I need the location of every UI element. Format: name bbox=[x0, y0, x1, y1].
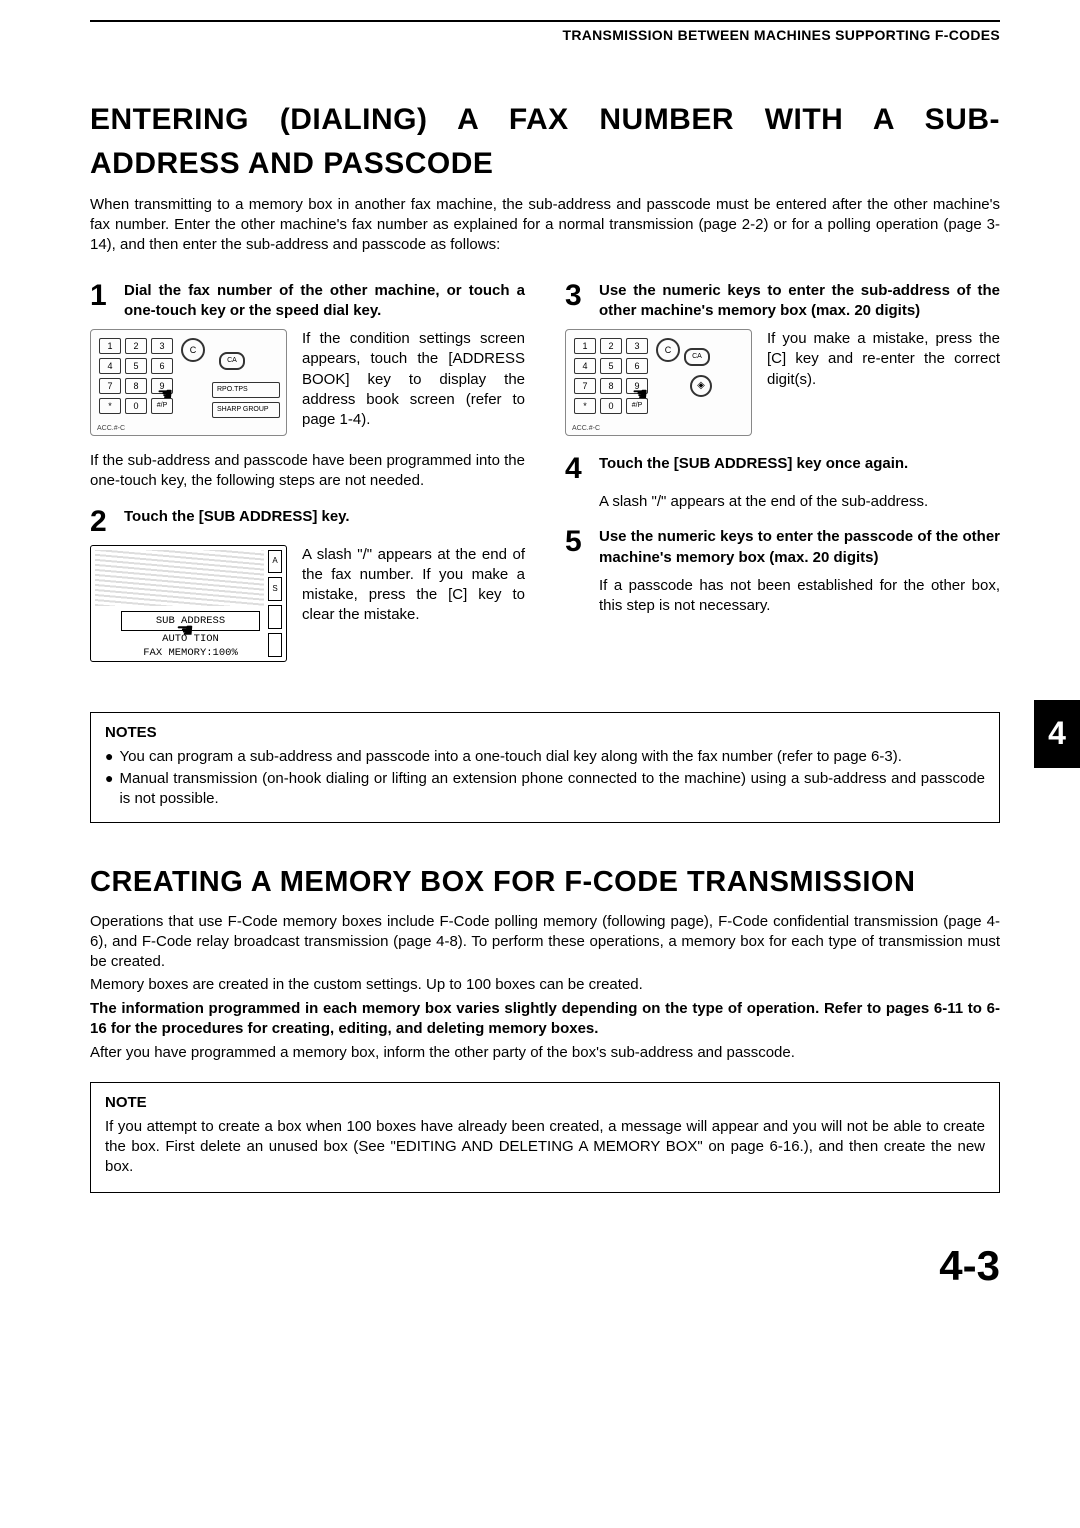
lcd-side-button: S bbox=[268, 577, 282, 601]
ca-key-icon: CA bbox=[219, 352, 245, 370]
keypad-key: 5 bbox=[125, 358, 147, 374]
ca-key-icon: CA bbox=[684, 348, 710, 366]
hand-cursor-icon: ☚ bbox=[632, 382, 648, 406]
step1-title: Dial the fax number of the other machine… bbox=[124, 281, 525, 322]
keypad-key: 8 bbox=[600, 378, 622, 394]
lcd-side-button bbox=[268, 633, 282, 657]
section1-intro: When transmitting to a memory box in ano… bbox=[90, 195, 1000, 256]
note-box-2: NOTE If you attempt to create a box when… bbox=[90, 1082, 1000, 1193]
keypad-key: 6 bbox=[626, 358, 648, 374]
onetouch-slot: RPO.TPS bbox=[212, 382, 280, 398]
notes-title: NOTES bbox=[105, 723, 985, 743]
c-key-icon: C bbox=[181, 338, 205, 362]
keypad-key: 4 bbox=[99, 358, 121, 374]
note2-title: NOTE bbox=[105, 1093, 985, 1113]
keypad-key: 2 bbox=[600, 338, 622, 354]
step4-body: A slash "/" appears at the end of the su… bbox=[599, 492, 1000, 512]
keypad-key: * bbox=[574, 398, 596, 414]
section1-title-line2: ADDRESS AND PASSCODE bbox=[90, 144, 1000, 185]
step2-title: Touch the [SUB ADDRESS] key. bbox=[124, 507, 350, 537]
step1-body: If the condition settings screen appears… bbox=[302, 329, 525, 436]
lcd-noise-area bbox=[95, 550, 264, 606]
running-header: TRANSMISSION BETWEEN MACHINES SUPPORTING… bbox=[90, 26, 1000, 45]
step2-body: A slash "/" appears at the end of the fa… bbox=[302, 545, 525, 662]
step1-number: 1 bbox=[90, 281, 114, 322]
section2-p1: Operations that use F-Code memory boxes … bbox=[90, 912, 1000, 973]
hand-cursor-icon: ☚ bbox=[176, 618, 194, 645]
figure-lcd: SUB ADDRESS AUTO TION FAX MEMORY:100% A … bbox=[90, 545, 287, 662]
step2-number: 2 bbox=[90, 507, 114, 537]
note-item: You can program a sub-address and passco… bbox=[119, 747, 901, 767]
section2-p2: Memory boxes are created in the custom s… bbox=[90, 975, 1000, 995]
section1-title-line1: ENTERING (DIALING) A FAX NUMBER WITH A S… bbox=[90, 100, 1000, 141]
hand-cursor-icon: ☚ bbox=[157, 382, 173, 406]
bullet-icon: ● bbox=[105, 769, 113, 810]
c-key-icon: C bbox=[656, 338, 680, 362]
keypad-key: 0 bbox=[600, 398, 622, 414]
step3-number: 3 bbox=[565, 281, 589, 322]
keypad-key: * bbox=[99, 398, 121, 414]
step5-title: Use the numeric keys to enter the passco… bbox=[599, 527, 1000, 568]
step1-continuation: If the sub-address and passcode have bee… bbox=[90, 451, 525, 492]
keypad-key: 7 bbox=[99, 378, 121, 394]
keypad-key: 1 bbox=[574, 338, 596, 354]
note2-body: If you attempt to create a box when 100 … bbox=[105, 1117, 985, 1178]
figure-keypad-1: 1 2 3 4 5 6 7 8 9 * 0 #/P C CA bbox=[90, 329, 287, 436]
keypad-key: 3 bbox=[626, 338, 648, 354]
lcd-side-button bbox=[268, 605, 282, 629]
section2-p4: After you have programmed a memory box, … bbox=[90, 1043, 1000, 1063]
step4-number: 4 bbox=[565, 454, 589, 484]
lcd-side-button: A bbox=[268, 550, 282, 574]
page-number: 4-3 bbox=[90, 1238, 1000, 1295]
keypad-key: 0 bbox=[125, 398, 147, 414]
step5-number: 5 bbox=[565, 527, 589, 568]
acc-label: ACC.#-C bbox=[97, 424, 125, 433]
notes-box: NOTES ● You can program a sub-address and… bbox=[90, 712, 1000, 823]
keypad-key: 8 bbox=[125, 378, 147, 394]
keypad-key: 6 bbox=[151, 358, 173, 374]
diamond-key-icon: ◈ bbox=[690, 375, 712, 397]
keypad-key: 3 bbox=[151, 338, 173, 354]
step4-title: Touch the [SUB ADDRESS] key once again. bbox=[599, 454, 908, 484]
chapter-tab: 4 bbox=[1034, 700, 1080, 768]
header-rule bbox=[90, 20, 1000, 22]
step3-body: If you make a mistake, press the [C] key… bbox=[767, 329, 1000, 436]
bullet-icon: ● bbox=[105, 747, 113, 767]
keypad-key: 7 bbox=[574, 378, 596, 394]
acc-label: ACC.#-C bbox=[572, 424, 600, 433]
keypad-key: 4 bbox=[574, 358, 596, 374]
keypad-key: 2 bbox=[125, 338, 147, 354]
step5-body: If a passcode has not been established f… bbox=[599, 576, 1000, 617]
figure-keypad-2: 1 2 3 4 5 6 7 8 9 * 0 #/P C CA bbox=[565, 329, 752, 436]
note-item: Manual transmission (on-hook dialing or … bbox=[119, 769, 985, 810]
section2-p3: The information programmed in each memor… bbox=[90, 999, 1000, 1040]
onetouch-slot: SHARP GROUP bbox=[212, 402, 280, 418]
keypad-key: 5 bbox=[600, 358, 622, 374]
keypad-key: 1 bbox=[99, 338, 121, 354]
lcd-line: FAX MEMORY:100% bbox=[121, 646, 260, 660]
section2-title: CREATING A MEMORY BOX FOR F-CODE TRANSMI… bbox=[90, 863, 1000, 902]
step3-title: Use the numeric keys to enter the sub-ad… bbox=[599, 281, 1000, 322]
